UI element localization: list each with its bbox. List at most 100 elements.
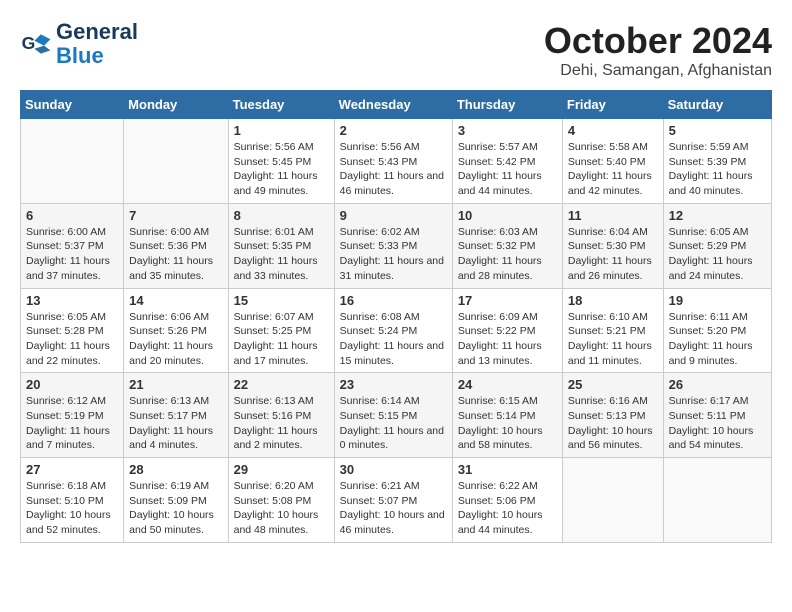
calendar-cell: 22 Sunrise: 6:13 AM Sunset: 5:16 PM Dayli… — [228, 373, 334, 458]
day-number: 8 — [234, 208, 329, 223]
calendar-body: 1 Sunrise: 5:56 AM Sunset: 5:45 PM Daylig… — [21, 119, 772, 543]
day-info: Sunrise: 5:56 AM Sunset: 5:45 PM Dayligh… — [234, 140, 329, 199]
day-info: Sunrise: 5:57 AM Sunset: 5:42 PM Dayligh… — [458, 140, 557, 199]
calendar-cell: 1 Sunrise: 5:56 AM Sunset: 5:45 PM Daylig… — [228, 119, 334, 204]
day-number: 18 — [568, 293, 658, 308]
calendar-cell: 9Sunrise: 6:02 AM Sunset: 5:33 PM Daylig… — [334, 203, 452, 288]
day-number: 26 — [669, 377, 766, 392]
calendar-cell: 29 Sunrise: 6:20 AM Sunset: 5:08 PM Dayli… — [228, 458, 334, 543]
calendar-cell: 8 Sunrise: 6:01 AM Sunset: 5:35 PM Daylig… — [228, 203, 334, 288]
day-number: 29 — [234, 462, 329, 477]
calendar-cell: 2Sunrise: 5:56 AM Sunset: 5:43 PM Daylig… — [334, 119, 452, 204]
day-info: Sunrise: 6:17 AM Sunset: 5:11 PM Dayligh… — [669, 394, 766, 453]
calendar-cell: 17 Sunrise: 6:09 AM Sunset: 5:22 PM Dayli… — [452, 288, 562, 373]
calendar-cell: 19 Sunrise: 6:11 AM Sunset: 5:20 PM Dayli… — [663, 288, 771, 373]
calendar-cell: 31 Sunrise: 6:22 AM Sunset: 5:06 PM Dayli… — [452, 458, 562, 543]
svg-text:G: G — [22, 33, 36, 53]
calendar-cell: 10Sunrise: 6:03 AM Sunset: 5:32 PM Dayli… — [452, 203, 562, 288]
day-info: Sunrise: 6:05 AM Sunset: 5:28 PM Dayligh… — [26, 310, 118, 369]
day-info: Sunrise: 6:15 AM Sunset: 5:14 PM Dayligh… — [458, 394, 557, 453]
calendar-table: SundayMondayTuesdayWednesdayThursdayFrid… — [20, 90, 772, 543]
calendar-cell: 18 Sunrise: 6:10 AM Sunset: 5:21 PM Dayli… — [562, 288, 663, 373]
day-info: Sunrise: 6:02 AM Sunset: 5:33 PM Dayligh… — [340, 225, 447, 284]
day-info: Sunrise: 6:20 AM Sunset: 5:08 PM Dayligh… — [234, 479, 329, 538]
calendar-week-2: 13Sunrise: 6:05 AM Sunset: 5:28 PM Dayli… — [21, 288, 772, 373]
calendar-week-1: 6Sunrise: 6:00 AM Sunset: 5:37 PM Daylig… — [21, 203, 772, 288]
calendar-cell: 4 Sunrise: 5:58 AM Sunset: 5:40 PM Daylig… — [562, 119, 663, 204]
day-number: 11 — [568, 208, 658, 223]
day-info: Sunrise: 6:18 AM Sunset: 5:10 PM Dayligh… — [26, 479, 118, 538]
day-info: Sunrise: 6:11 AM Sunset: 5:20 PM Dayligh… — [669, 310, 766, 369]
day-info: Sunrise: 5:58 AM Sunset: 5:40 PM Dayligh… — [568, 140, 658, 199]
day-info: Sunrise: 6:01 AM Sunset: 5:35 PM Dayligh… — [234, 225, 329, 284]
weekday-header-wednesday: Wednesday — [334, 91, 452, 119]
location: Dehi, Samangan, Afghanistan — [544, 62, 772, 80]
logo-blue: Blue — [56, 43, 104, 68]
day-info: Sunrise: 6:14 AM Sunset: 5:15 PM Dayligh… — [340, 394, 447, 453]
calendar-cell — [663, 458, 771, 543]
day-info: Sunrise: 6:13 AM Sunset: 5:16 PM Dayligh… — [234, 394, 329, 453]
day-info: Sunrise: 6:13 AM Sunset: 5:17 PM Dayligh… — [129, 394, 222, 453]
day-number: 3 — [458, 123, 557, 138]
calendar-cell: 23 Sunrise: 6:14 AM Sunset: 5:15 PM Dayli… — [334, 373, 452, 458]
calendar-week-0: 1 Sunrise: 5:56 AM Sunset: 5:45 PM Daylig… — [21, 119, 772, 204]
day-number: 5 — [669, 123, 766, 138]
day-number: 31 — [458, 462, 557, 477]
day-info: Sunrise: 6:00 AM Sunset: 5:36 PM Dayligh… — [129, 225, 222, 284]
calendar-cell: 15Sunrise: 6:07 AM Sunset: 5:25 PM Dayli… — [228, 288, 334, 373]
day-number: 4 — [568, 123, 658, 138]
calendar-cell: 20Sunrise: 6:12 AM Sunset: 5:19 PM Dayli… — [21, 373, 124, 458]
weekday-header-friday: Friday — [562, 91, 663, 119]
page-header: G General Blue October 2024 Dehi, Samang… — [20, 20, 772, 80]
weekday-header-saturday: Saturday — [663, 91, 771, 119]
calendar-week-3: 20Sunrise: 6:12 AM Sunset: 5:19 PM Dayli… — [21, 373, 772, 458]
calendar-week-4: 27 Sunrise: 6:18 AM Sunset: 5:10 PM Dayli… — [21, 458, 772, 543]
logo: G General Blue — [20, 20, 138, 68]
day-number: 19 — [669, 293, 766, 308]
day-info: Sunrise: 6:10 AM Sunset: 5:21 PM Dayligh… — [568, 310, 658, 369]
calendar-cell: 30Sunrise: 6:21 AM Sunset: 5:07 PM Dayli… — [334, 458, 452, 543]
title-block: October 2024 Dehi, Samangan, Afghanistan — [544, 20, 772, 80]
month-title: October 2024 — [544, 20, 772, 62]
calendar-cell — [124, 119, 228, 204]
calendar-cell: 5Sunrise: 5:59 AM Sunset: 5:39 PM Daylig… — [663, 119, 771, 204]
calendar-cell: 27 Sunrise: 6:18 AM Sunset: 5:10 PM Dayli… — [21, 458, 124, 543]
weekday-header-monday: Monday — [124, 91, 228, 119]
day-number: 30 — [340, 462, 447, 477]
weekday-header-thursday: Thursday — [452, 91, 562, 119]
day-info: Sunrise: 6:07 AM Sunset: 5:25 PM Dayligh… — [234, 310, 329, 369]
calendar-cell — [562, 458, 663, 543]
day-number: 21 — [129, 377, 222, 392]
day-info: Sunrise: 6:09 AM Sunset: 5:22 PM Dayligh… — [458, 310, 557, 369]
calendar-cell: 6Sunrise: 6:00 AM Sunset: 5:37 PM Daylig… — [21, 203, 124, 288]
day-info: Sunrise: 6:06 AM Sunset: 5:26 PM Dayligh… — [129, 310, 222, 369]
day-number: 1 — [234, 123, 329, 138]
calendar-cell: 14Sunrise: 6:06 AM Sunset: 5:26 PM Dayli… — [124, 288, 228, 373]
day-number: 17 — [458, 293, 557, 308]
day-info: Sunrise: 6:22 AM Sunset: 5:06 PM Dayligh… — [458, 479, 557, 538]
logo-general: General — [56, 19, 138, 44]
calendar-cell: 3 Sunrise: 5:57 AM Sunset: 5:42 PM Daylig… — [452, 119, 562, 204]
calendar-cell: 7 Sunrise: 6:00 AM Sunset: 5:36 PM Daylig… — [124, 203, 228, 288]
day-number: 7 — [129, 208, 222, 223]
weekday-header-row: SundayMondayTuesdayWednesdayThursdayFrid… — [21, 91, 772, 119]
calendar-cell: 21 Sunrise: 6:13 AM Sunset: 5:17 PM Dayli… — [124, 373, 228, 458]
day-number: 23 — [340, 377, 447, 392]
calendar-cell: 26 Sunrise: 6:17 AM Sunset: 5:11 PM Dayli… — [663, 373, 771, 458]
day-number: 6 — [26, 208, 118, 223]
day-info: Sunrise: 6:05 AM Sunset: 5:29 PM Dayligh… — [669, 225, 766, 284]
logo-icon: G — [20, 28, 52, 60]
weekday-header-sunday: Sunday — [21, 91, 124, 119]
calendar-cell: 24 Sunrise: 6:15 AM Sunset: 5:14 PM Dayli… — [452, 373, 562, 458]
calendar-cell: 28Sunrise: 6:19 AM Sunset: 5:09 PM Dayli… — [124, 458, 228, 543]
day-number: 27 — [26, 462, 118, 477]
day-info: Sunrise: 5:56 AM Sunset: 5:43 PM Dayligh… — [340, 140, 447, 199]
day-info: Sunrise: 6:08 AM Sunset: 5:24 PM Dayligh… — [340, 310, 447, 369]
calendar-cell: 12Sunrise: 6:05 AM Sunset: 5:29 PM Dayli… — [663, 203, 771, 288]
day-number: 25 — [568, 377, 658, 392]
day-number: 22 — [234, 377, 329, 392]
weekday-header-tuesday: Tuesday — [228, 91, 334, 119]
day-number: 20 — [26, 377, 118, 392]
day-number: 24 — [458, 377, 557, 392]
day-info: Sunrise: 6:19 AM Sunset: 5:09 PM Dayligh… — [129, 479, 222, 538]
